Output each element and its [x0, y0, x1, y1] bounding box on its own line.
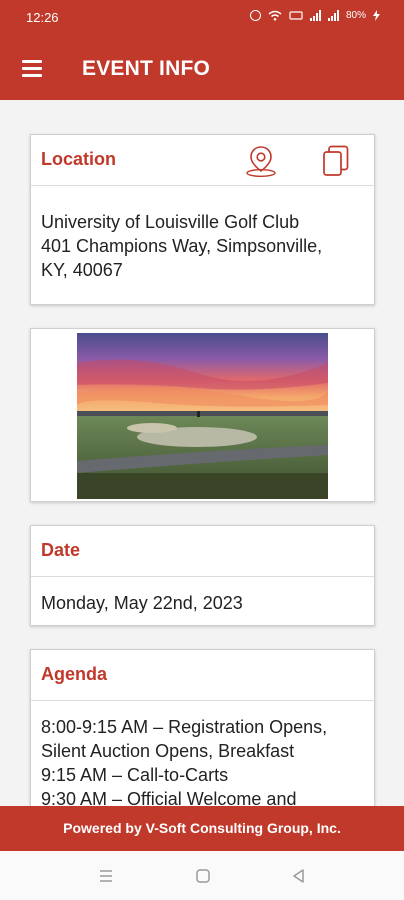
charging-icon: [373, 10, 380, 21]
address-line: KY, 40067: [41, 260, 123, 280]
app-bar: EVENT INFO: [0, 40, 404, 98]
event-info-content[interactable]: Location University of Louisville Golf C…: [0, 100, 404, 806]
app-header: 12:26 80% EVENT INFO: [0, 0, 404, 100]
page-title: EVENT INFO: [82, 57, 211, 80]
hamburger-menu-icon[interactable]: [22, 60, 42, 77]
location-card: Location University of Louisville Golf C…: [30, 134, 375, 305]
agenda-card-header: Agenda: [31, 650, 374, 701]
status-icons: 80%: [249, 10, 380, 21]
location-address: University of Louisville Golf Club 401 C…: [31, 186, 374, 294]
event-image-card: [30, 328, 375, 502]
location-card-header: Location: [31, 135, 374, 186]
date-card: Date Monday, May 22nd, 2023: [30, 525, 375, 626]
status-time: 12:26: [26, 10, 59, 25]
location-title: Location: [41, 149, 116, 169]
address-line: University of Louisville Golf Club: [41, 212, 300, 232]
back-icon[interactable]: [289, 866, 309, 886]
copy-icon[interactable]: [318, 143, 354, 179]
date-title: Date: [41, 540, 81, 560]
volte-icon: [289, 11, 303, 20]
recent-apps-icon[interactable]: [96, 866, 116, 886]
signal-1-icon: [309, 10, 321, 21]
agenda-line: Silent Auction Opens, Breakfast: [41, 741, 295, 761]
agenda-list: 8:00-9:15 AM – Registration Opens, Silen…: [31, 701, 374, 806]
signal-2-icon: [327, 10, 339, 21]
agenda-title: Agenda: [41, 664, 108, 684]
address-line: 401 Champions Way, Simpsonville,: [41, 236, 323, 256]
map-pin-icon[interactable]: [243, 143, 279, 179]
system-nav-bar: [0, 851, 404, 900]
agenda-line: 9:15 AM – Call-to-Carts: [41, 765, 229, 785]
battery-level: 80%: [345, 10, 366, 21]
focus-mode-icon: [249, 10, 261, 21]
status-bar: 12:26 80%: [0, 0, 404, 36]
wifi-icon: [268, 10, 282, 21]
golf-course-sunset-image: [77, 333, 328, 499]
agenda-line: 8:00-9:15 AM – Registration Opens,: [41, 717, 328, 737]
date-card-header: Date: [31, 526, 374, 577]
footer-banner: Powered by V-Soft Consulting Group, Inc.: [0, 806, 404, 851]
home-icon[interactable]: [193, 866, 213, 886]
agenda-line: 9:30 AM – Official Welcome and: [41, 789, 297, 806]
date-value: Monday, May 22nd, 2023: [41, 593, 243, 613]
agenda-card: Agenda 8:00-9:15 AM – Registration Opens…: [30, 649, 375, 806]
